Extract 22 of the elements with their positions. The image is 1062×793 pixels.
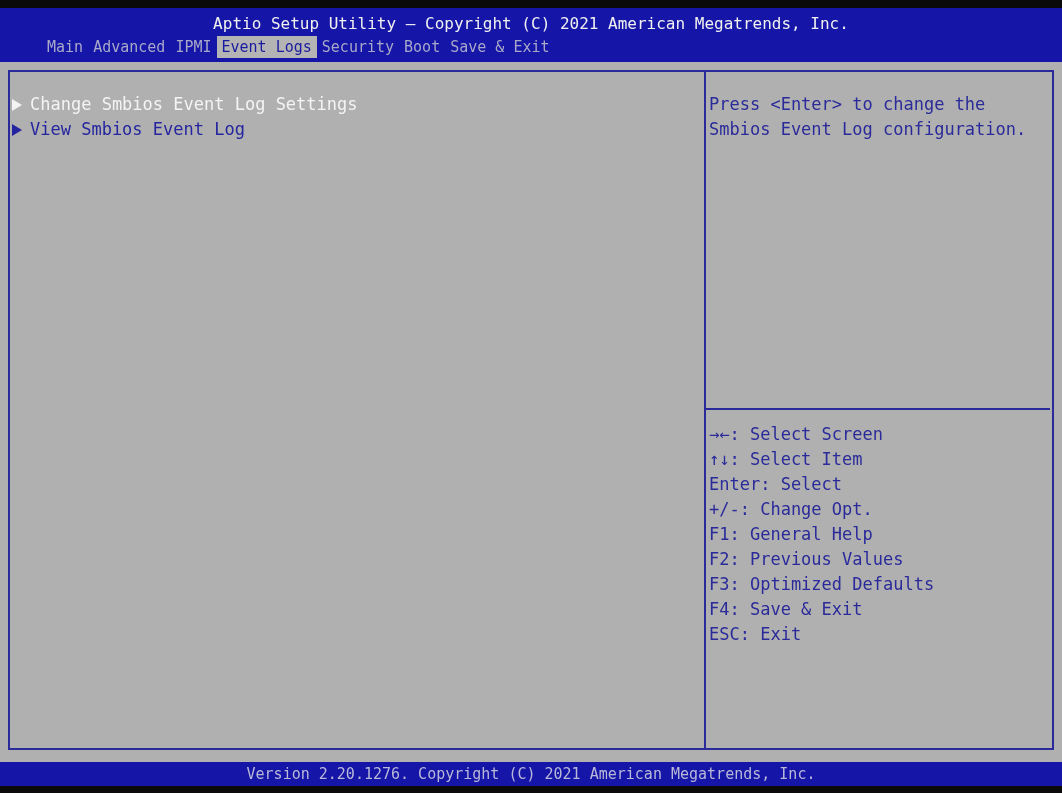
version-text: Version 2.20.1276. Copyright (C) 2021 American Megatrends, Inc. bbox=[246, 765, 816, 783]
key-help-line: ESC: Exit bbox=[709, 623, 803, 646]
help-text: Press <Enter> to change the Smbios Event Log configuration. bbox=[709, 93, 1028, 141]
menu-tab[interactable]: Boot bbox=[399, 36, 446, 58]
triangle-icon bbox=[12, 98, 22, 111]
menu-tab[interactable]: IPMI bbox=[170, 36, 217, 58]
key-help-line: ↑↓: Select Item bbox=[709, 448, 864, 471]
menu-item[interactable]: View Smbios Event Log bbox=[10, 117, 704, 142]
menu-tab[interactable]: Advanced bbox=[88, 36, 171, 58]
menu-tab[interactable]: Main bbox=[42, 36, 89, 58]
menu-tab[interactable]: Save & Exit bbox=[445, 36, 555, 58]
window-title: Aptio Setup Utility – Copyright (C) 2021 American Megatrends, Inc. bbox=[213, 14, 849, 34]
key-help-line: +/-: Change Opt. bbox=[709, 498, 874, 521]
key-help-line: F4: Save & Exit bbox=[709, 598, 864, 621]
key-help-line: Enter: Select bbox=[709, 473, 844, 496]
menu-tab[interactable]: Event Logs bbox=[216, 36, 317, 58]
key-help-line: F1: General Help bbox=[709, 523, 874, 546]
triangle-icon bbox=[12, 123, 22, 136]
key-help-line: →←: Select Screen bbox=[709, 423, 884, 446]
menu-tab[interactable]: Security bbox=[316, 36, 400, 58]
key-help-line: F3: Optimized Defaults bbox=[709, 573, 936, 596]
key-help-line: F2: Previous Values bbox=[709, 548, 905, 571]
